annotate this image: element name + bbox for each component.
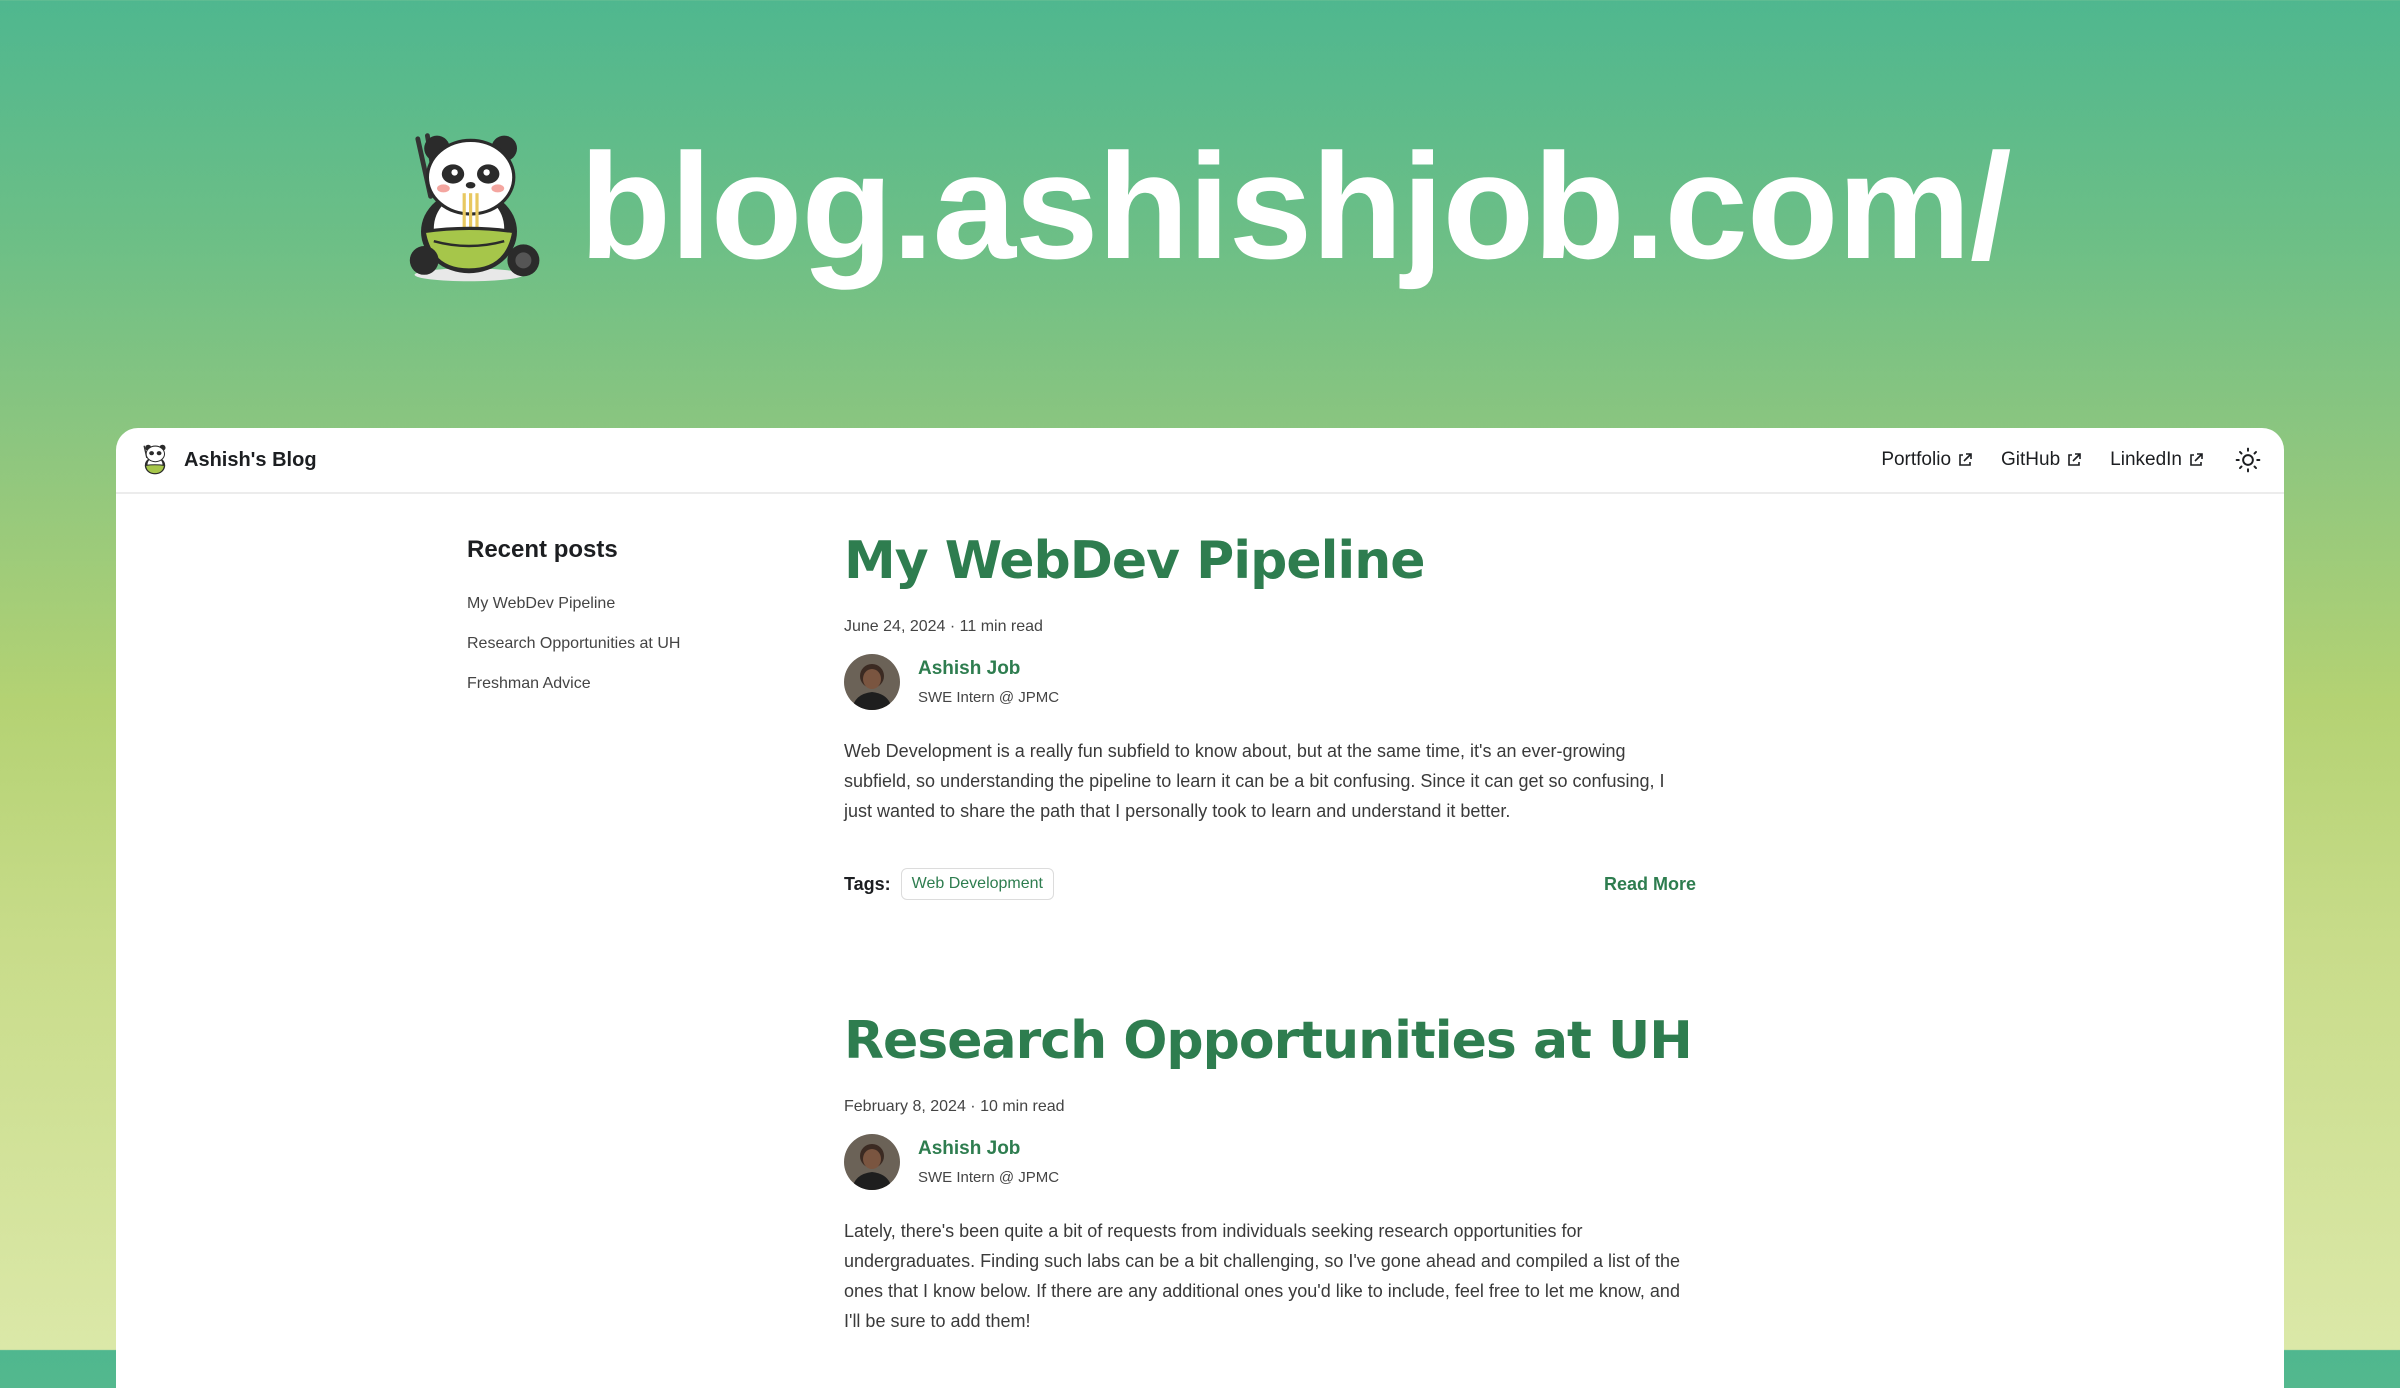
author-block: Ashish Job SWE Intern @ JPMC: [844, 1134, 1696, 1191]
blog-window: Ashish's Blog Portfolio GitHub LinkedIn: [116, 428, 2284, 1388]
nav-links: Portfolio GitHub LinkedIn: [1881, 446, 2262, 474]
external-link-icon: [2068, 453, 2081, 466]
avatar[interactable]: [844, 1134, 900, 1191]
sidebar-item-freshman-advice[interactable]: Freshman Advice: [467, 664, 767, 704]
panda-logo-icon: [143, 444, 166, 475]
tag-web-development[interactable]: Web Development: [900, 868, 1054, 901]
post-card: My WebDev Pipeline June 24, 2024 · 11 mi…: [844, 532, 1696, 901]
author-block: Ashish Job SWE Intern @ JPMC: [844, 654, 1696, 711]
nav-link-label: GitHub: [2001, 449, 2061, 470]
hero-title: blog.ashishjob.com/: [579, 122, 2011, 290]
post-excerpt: Web Development is a really fun subfield…: [844, 741, 1665, 822]
sidebar-item-research-opportunities[interactable]: Research Opportunities at UH: [467, 624, 767, 664]
panda-logo-icon: [410, 133, 540, 282]
tags-label: Tags:: [844, 873, 891, 894]
post-footer: Tags: Web Development Read More: [844, 868, 1696, 901]
sidebar-item-webdev-pipeline[interactable]: My WebDev Pipeline: [467, 584, 767, 624]
brand-link[interactable]: Ashish's Blog: [138, 443, 317, 477]
navbar: Ashish's Blog Portfolio GitHub LinkedIn: [116, 428, 2284, 494]
external-link-icon: [1959, 453, 1972, 466]
brand-title: Ashish's Blog: [184, 448, 317, 471]
read-more-link[interactable]: Read More: [1604, 874, 1696, 895]
nav-link-label: LinkedIn: [2110, 449, 2182, 470]
nav-link-portfolio[interactable]: Portfolio: [1881, 449, 1973, 471]
post-title[interactable]: My WebDev Pipeline: [844, 532, 1696, 590]
post-title[interactable]: Research Opportunities at UH: [844, 1012, 1696, 1070]
sidebar-title: Recent posts: [467, 536, 618, 563]
nav-link-github[interactable]: GitHub: [2001, 449, 2082, 471]
external-link-icon: [2190, 453, 2203, 466]
author-role: SWE Intern @ JPMC: [918, 689, 1060, 707]
author-role: SWE Intern @ JPMC: [918, 1169, 1060, 1187]
sun-icon: [2235, 447, 2261, 473]
theme-toggle-button[interactable]: [2234, 446, 2262, 474]
post-excerpt: Lately, there's been quite a bit of requ…: [844, 1221, 1680, 1332]
avatar[interactable]: [844, 654, 900, 711]
post-meta: February 8, 2024 · 10 min read: [844, 1098, 1065, 1116]
post-meta: June 24, 2024 · 11 min read: [844, 618, 1043, 636]
author-name[interactable]: Ashish Job: [918, 658, 1059, 680]
author-name[interactable]: Ashish Job: [918, 1138, 1059, 1160]
hero-banner: blog.ashishjob.com/: [0, 0, 2400, 420]
recent-posts-sidebar: Recent posts My WebDev Pipeline Research…: [467, 536, 767, 704]
post-card: Research Opportunities at UH February 8,…: [844, 1012, 1696, 1336]
nav-link-linkedin[interactable]: LinkedIn: [2110, 449, 2204, 471]
nav-link-label: Portfolio: [1881, 449, 1952, 470]
